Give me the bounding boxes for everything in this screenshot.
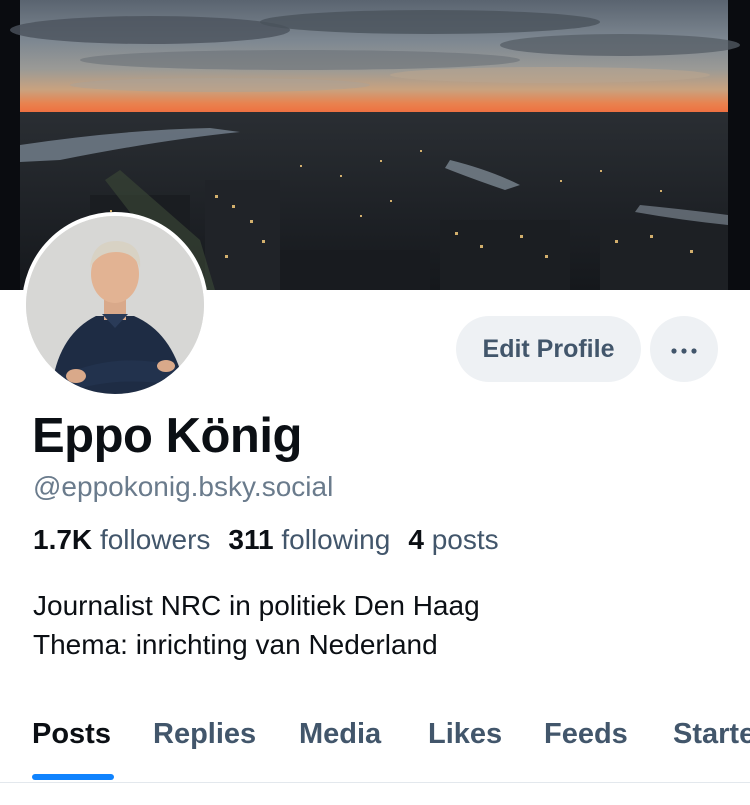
profile-page: Edit Profile Eppo König @eppokonig.bsky.… <box>0 0 750 805</box>
posts-label: posts <box>431 524 499 555</box>
bio-line: Journalist NRC in politiek Den Haag <box>33 590 480 621</box>
tab-media[interactable]: Media <box>299 718 381 751</box>
tab-posts[interactable]: Posts <box>32 718 111 751</box>
profile-handle: @eppokonig.bsky.social <box>33 471 334 502</box>
bio-line: Thema: inrichting van Nederland <box>33 629 438 660</box>
following-label: following <box>281 524 391 555</box>
tab-likes[interactable]: Likes <box>428 718 502 751</box>
followers-label: followers <box>99 524 211 555</box>
posts-count: 4 <box>408 524 424 555</box>
profile-tabs: Posts Replies Media Likes Feeds Starter … <box>0 700 750 782</box>
active-tab-indicator <box>32 774 114 780</box>
following-count: 311 <box>228 524 274 555</box>
avatar-photo <box>26 216 204 394</box>
followers-stat[interactable]: 1.7K followers <box>33 524 210 556</box>
more-options-button[interactable] <box>650 316 718 382</box>
following-stat[interactable]: 311 following <box>228 524 390 556</box>
posts-stat: 4 posts <box>408 524 498 556</box>
profile-stats: 1.7K followers 311 following 4 posts <box>33 524 499 556</box>
tabs-divider <box>0 782 750 783</box>
profile-bio: Journalist NRC in politiek Den Haag Them… <box>33 586 480 664</box>
display-name: Eppo König <box>32 409 302 463</box>
tab-feeds[interactable]: Feeds <box>544 718 628 751</box>
followers-count: 1.7K <box>33 524 93 555</box>
edit-profile-button[interactable]: Edit Profile <box>456 316 641 382</box>
more-horizontal-icon <box>671 342 697 357</box>
tab-replies[interactable]: Replies <box>153 718 256 751</box>
avatar[interactable] <box>22 212 208 398</box>
tab-starter-packs[interactable]: Starter Packs <box>673 718 750 751</box>
